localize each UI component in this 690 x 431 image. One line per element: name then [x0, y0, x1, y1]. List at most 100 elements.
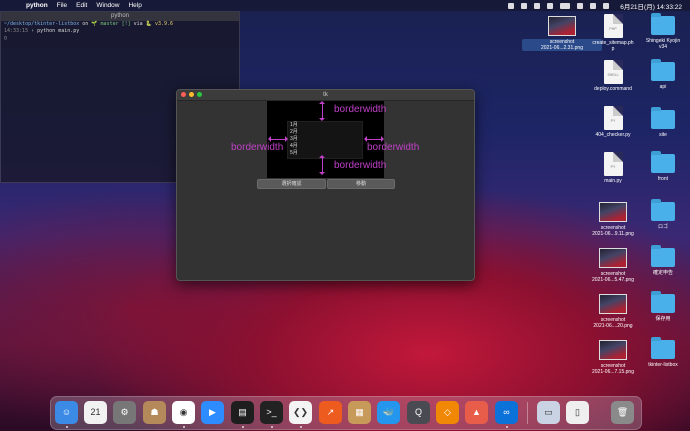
arrow-bottom-head — [319, 172, 325, 178]
dock-running-indicator — [300, 426, 302, 428]
battery-icon[interactable] — [560, 2, 571, 9]
status-app-icon[interactable] — [521, 2, 528, 9]
dock-glyph: Q — [414, 407, 422, 417]
arrow-top-head — [319, 118, 325, 124]
menu-file[interactable]: File — [57, 2, 67, 9]
arrow-left-head — [285, 136, 291, 142]
desktop-icon-label: 確定申告 — [652, 270, 673, 276]
archive-utility-icon[interactable]: ▦ — [348, 401, 371, 424]
dock-glyph: 21 — [90, 407, 101, 417]
downloads-stack-icon[interactable]: ▯ — [566, 401, 589, 424]
desktop-icon-label: ロゴ — [657, 224, 668, 230]
terminal-command: › python main.py — [28, 28, 80, 34]
folder-icon — [651, 291, 675, 313]
finder-icon[interactable]: ☺ — [55, 401, 78, 424]
folder-icon — [651, 59, 675, 81]
contacts-icon[interactable]: ☗ — [143, 401, 166, 424]
image-thumbnail-icon — [548, 16, 576, 36]
screenshot-stack-icon[interactable]: ▭ — [537, 401, 560, 424]
desktop-icon-label: site — [659, 132, 667, 138]
month-listbox[interactable]: 1月 2月 3月 4月 5月 — [287, 121, 363, 159]
dock-glyph: ☺ — [61, 407, 72, 417]
dock-glyph: ▤ — [238, 407, 247, 417]
document-icon: SHELL — [603, 60, 623, 84]
keynote-icon[interactable]: ▲ — [465, 401, 488, 424]
document-icon: PY — [603, 106, 623, 130]
dock-glyph: ❮❯ — [292, 407, 309, 417]
list-item[interactable]: 4月 — [290, 143, 362, 150]
desktop-icon-label: Shingeki Kyojin v34 — [645, 38, 681, 50]
dock-glyph: 🐳 — [382, 407, 395, 417]
activity-monitor-icon[interactable]: ▤ — [231, 401, 254, 424]
dock-glyph: ◇ — [444, 407, 451, 417]
desktop-folder[interactable]: tkinter-listbox — [623, 337, 690, 368]
arrow-bottom-head — [319, 152, 325, 158]
tk-window[interactable]: tk 1月 2月 3月 4月 5月 borderwidth borderwidt… — [176, 89, 475, 281]
list-item[interactable]: 3月 — [290, 136, 362, 143]
calendar-icon[interactable]: 21 — [84, 401, 107, 424]
zoom-button[interactable] — [197, 92, 202, 97]
trash-icon[interactable]: 🗑 — [611, 401, 634, 424]
menu-app-name[interactable]: python — [26, 2, 48, 9]
list-item[interactable]: 5月 — [290, 150, 362, 157]
dock-glyph: ☗ — [150, 407, 159, 417]
status-app-icon[interactable] — [534, 2, 541, 9]
menu-edit[interactable]: Edit — [76, 2, 87, 9]
zoom-icon[interactable]: ▶ — [201, 401, 224, 424]
file-type-tag: PY — [610, 165, 616, 169]
menu-help[interactable]: Help — [128, 2, 141, 9]
file-type-tag: PHP — [609, 27, 617, 31]
stocks-icon[interactable]: ↗ — [319, 401, 342, 424]
control-center-icon[interactable] — [603, 2, 610, 9]
folder-icon — [651, 245, 675, 267]
dock-glyph: ⚙ — [120, 407, 129, 417]
chrome-icon[interactable]: ◉ — [172, 401, 195, 424]
desktop-folder[interactable]: Shingeki Kyojin v34 — [623, 13, 690, 50]
menu-window[interactable]: Window — [96, 2, 119, 9]
terminal-cursor: ▯ — [4, 35, 8, 41]
search-icon[interactable] — [590, 2, 597, 9]
desktop-icon-label: tkinter-listbox — [648, 362, 678, 368]
dock-glyph: ▲ — [472, 407, 481, 417]
status-app-icon[interactable] — [547, 2, 554, 9]
terminal-text: on — [79, 21, 92, 27]
dock-running-indicator — [183, 426, 185, 428]
dock-running-indicator — [242, 426, 244, 428]
infinity-app-icon[interactable]: ∞ — [495, 401, 518, 424]
system-preferences-icon[interactable]: ⚙ — [113, 401, 136, 424]
desktop-folder[interactable]: ロゴ — [623, 199, 690, 230]
quicktime-icon[interactable]: Q — [407, 401, 430, 424]
terminal-git-branch: 🌱 master [!] — [91, 21, 131, 27]
list-item[interactable]: 2月 — [290, 129, 362, 136]
tk-window-title: tk — [323, 92, 328, 98]
terminal-icon[interactable]: >_ — [260, 401, 283, 424]
terminal-python-version: 🐍 v3.9.6 — [145, 21, 174, 27]
close-button[interactable] — [181, 92, 186, 97]
borderwidth-label-top: borderwidth — [334, 104, 387, 115]
tk-titlebar[interactable]: tk — [177, 90, 474, 101]
wifi-icon[interactable] — [577, 2, 584, 9]
desktop-folder[interactable]: front — [623, 151, 690, 182]
docker-icon[interactable]: 🐳 — [377, 401, 400, 424]
terminal-text: via — [130, 21, 146, 27]
vscode-icon[interactable]: ❮❯ — [289, 401, 312, 424]
drawio-icon[interactable]: ◇ — [436, 401, 459, 424]
dock-glyph: ▯ — [575, 407, 580, 417]
document-icon: PHP — [603, 14, 623, 38]
desktop-folder[interactable]: api — [623, 59, 690, 90]
move-button[interactable]: 移動 — [327, 179, 395, 189]
confirm-selection-button[interactable]: 選択確認 — [257, 179, 326, 189]
desktop-folder[interactable]: site — [623, 107, 690, 138]
minimize-button[interactable] — [189, 92, 194, 97]
dock: ☺ 21 ⚙ ☗ ◉ ▶ ▤ >_ ❮❯ ↗ ▦ 🐳 Q ◇ ▲ ∞ ▭ ▯ 🗑 — [50, 396, 642, 430]
list-item[interactable]: 1月 — [290, 122, 362, 129]
dock-glyph: ∞ — [503, 407, 510, 417]
desktop-folder[interactable]: 保存用 — [623, 291, 690, 322]
terminal-title[interactable]: python — [1, 12, 239, 21]
desktop-folder[interactable]: 確定申告 — [623, 245, 690, 276]
borderwidth-label-right: borderwidth — [367, 142, 420, 153]
status-app-icon[interactable] — [508, 2, 515, 9]
dock-glyph: ▭ — [544, 407, 553, 417]
menubar-clock[interactable]: 6月21日(月) 14:33:22 — [620, 1, 682, 11]
folder-icon — [651, 199, 675, 221]
